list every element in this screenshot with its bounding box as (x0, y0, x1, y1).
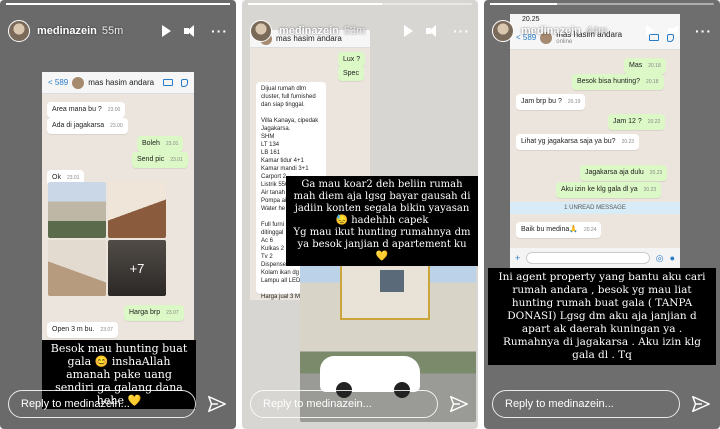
more-icon[interactable]: ··· (211, 24, 228, 38)
story-header: medinazein 55m ··· (8, 16, 228, 46)
contact-avatar (72, 76, 85, 89)
video-call-icon (163, 78, 173, 86)
avatar[interactable] (250, 20, 272, 42)
send-icon[interactable] (448, 393, 470, 415)
mute-icon[interactable] (426, 25, 440, 37)
chat-message: Baik bu medina🙏 20.24 (516, 222, 602, 238)
mic-icon: ● (669, 253, 675, 263)
chat-message: Harga brp 23.07 (124, 305, 184, 321)
story-progress-bar (248, 3, 472, 5)
story-panel-2[interactable]: medinazein 53m ··· mas hasim andara Lux … (242, 0, 478, 429)
chat-message: Ada di jagakarsa 23.00 (47, 118, 128, 134)
chat-message: Besok bisa hunting? 20.18 (572, 74, 664, 90)
reply-input[interactable]: Reply to medinazein... (8, 390, 196, 418)
play-icon[interactable] (162, 25, 171, 37)
chat-screenshot: < 589 mas hasim andara Area mana bu ? 23.… (42, 72, 194, 344)
post-time: 55m (101, 25, 124, 37)
username[interactable]: medinazein (279, 25, 339, 37)
mute-icon[interactable] (184, 25, 198, 37)
plus-icon: + (515, 253, 521, 263)
username[interactable]: medinazein (37, 25, 97, 37)
post-time: 53m (343, 25, 366, 37)
chat-message: Jam brp bu ? 20.19 (516, 94, 586, 110)
more-icon[interactable]: ··· (453, 24, 470, 38)
camera-icon: ◎ (655, 252, 664, 263)
chat-message: Mas 20.18 (624, 58, 666, 74)
story-panel-3[interactable]: medinazein 44m ··· 20.25 < 589 mas hasim… (484, 0, 720, 429)
house-photo (48, 182, 106, 238)
chat-header: < 589 mas hasim andara (42, 72, 194, 94)
story-caption: Ini agent property yang bantu aku cari r… (488, 268, 716, 365)
reply-bar: Reply to medinazein... (250, 389, 470, 419)
compose-field (526, 252, 650, 264)
story-header: medinazein 53m ··· (250, 16, 470, 46)
chat-message: Open 3 m bu. 23.07 (47, 322, 118, 338)
reply-bar: Reply to medinazein... (8, 389, 228, 419)
unread-divider: 1 UNREAD MESSAGE (510, 202, 680, 214)
more-photos: +7 (108, 240, 166, 296)
contact-name: mas hasim andara (88, 78, 155, 87)
chat-message: Jagakarsa aja dulu 20.23 (580, 165, 668, 181)
play-icon[interactable] (646, 25, 655, 37)
chat-message: Send pic 23.01 (132, 152, 188, 168)
more-icon[interactable]: ··· (695, 24, 712, 38)
avatar[interactable] (8, 20, 30, 42)
reply-input[interactable]: Reply to medinazein... (492, 390, 680, 418)
room-photo (108, 182, 166, 238)
post-time: 44m (585, 25, 608, 37)
chat-message: Boleh 23.01 (137, 136, 184, 152)
phone-icon (181, 78, 188, 87)
send-icon[interactable] (206, 393, 228, 415)
chat-message: Lihat yg jagakarsa saja ya bu? 20.23 (516, 134, 640, 150)
username[interactable]: medinazein (521, 25, 581, 37)
story-progress-bar (6, 3, 230, 5)
reply-bar: Reply to medinazein... (492, 389, 712, 419)
chat-message: Area mana bu ? 23.00 (47, 102, 126, 118)
play-icon[interactable] (404, 25, 413, 37)
chat-message: Aku izin ke klg gala dl ya 20.23 (556, 182, 662, 198)
room-photo (48, 240, 106, 296)
chat-message: Spec (338, 66, 364, 81)
send-icon[interactable] (690, 393, 712, 415)
chat-message: Lux ? (338, 52, 366, 67)
mute-icon[interactable] (668, 25, 682, 37)
chat-screenshot: 20.25 < 589 mas hasim andara online Mas 2… (510, 14, 680, 268)
reply-input[interactable]: Reply to medinazein... (250, 390, 438, 418)
story-header: medinazein 44m ··· (492, 16, 712, 46)
story-caption: Ga mau koar2 deh beliin rumah mah diem a… (286, 176, 478, 266)
story-panel-1[interactable]: medinazein 55m ··· < 589 mas hasim andar… (0, 0, 236, 429)
avatar[interactable] (492, 20, 514, 42)
chat-message: Jam 12 ? 20.22 (608, 114, 666, 130)
compose-bar: + ◎ ● (510, 248, 680, 268)
back-button: < 589 (48, 78, 69, 87)
story-progress-bar (490, 3, 714, 5)
